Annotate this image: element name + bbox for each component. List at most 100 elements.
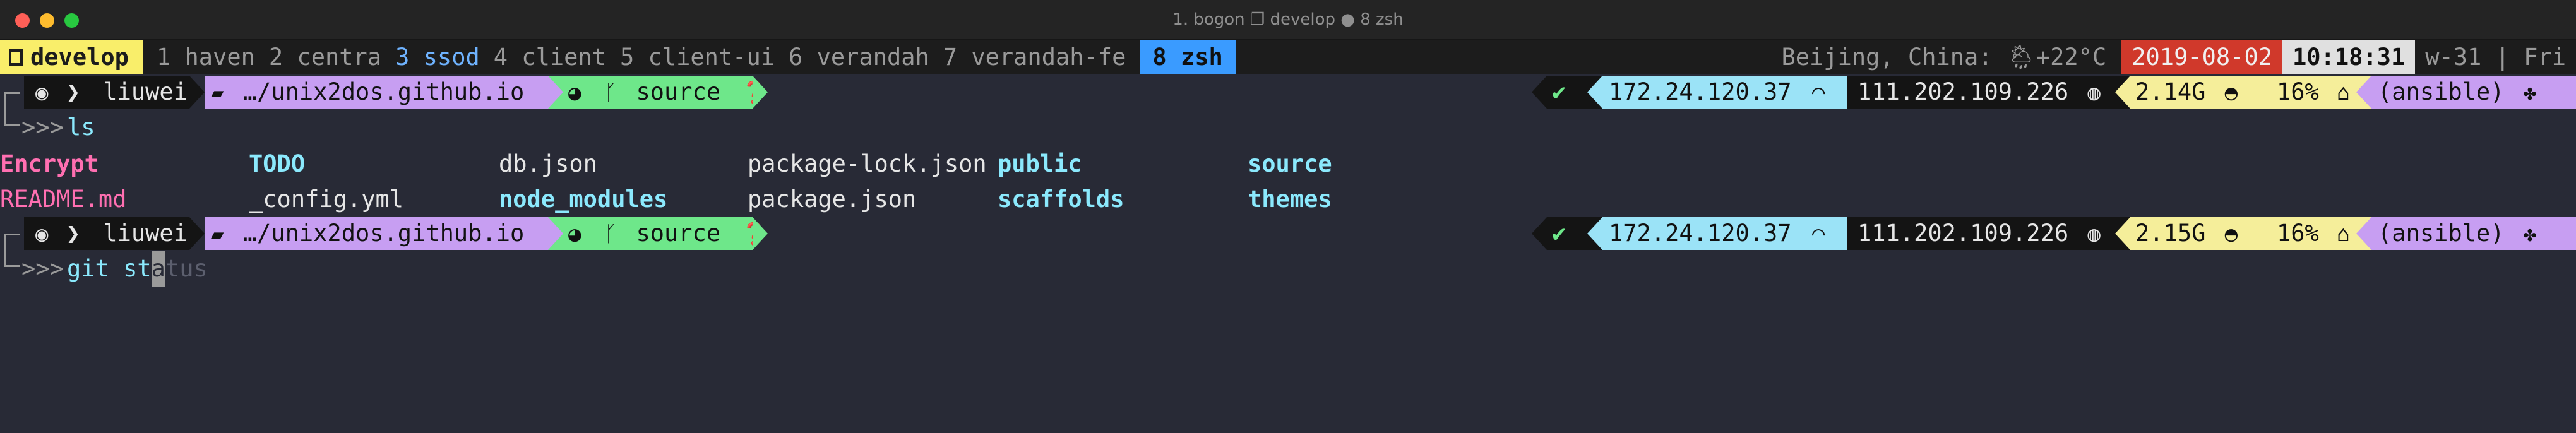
local-ip-segment: 172.24.120.37 ◠ bbox=[1602, 217, 1847, 250]
window-title: 1. bogon ❐ develop ● 8 zsh bbox=[1172, 10, 1404, 29]
user-name: liuwei bbox=[103, 220, 188, 247]
ls-entry: _config.yml bbox=[249, 186, 404, 213]
prompt-line-1: ◉ ❯ liuwei ▰ …/unix2dos.github.io ◕ ᚴ so… bbox=[0, 74, 2576, 113]
python-env: (ansible) bbox=[2378, 78, 2505, 105]
git-branch-icon: ᚴ bbox=[604, 222, 617, 247]
ls-entry: db.json bbox=[499, 150, 597, 177]
public-ip-segment: 111.202.109.226 ◍ bbox=[1847, 76, 2115, 109]
tmux-window-6[interactable]: 6 verandah bbox=[775, 40, 929, 74]
tmux-window-7[interactable]: 7 verandah-fe bbox=[929, 40, 1126, 74]
status-ok-icon: ✔ bbox=[1552, 78, 1566, 105]
typed-command: git st bbox=[67, 255, 152, 282]
hard-drive-icon: ⌂ bbox=[2337, 222, 2350, 247]
memory-segment: 2.14G ◓ bbox=[2130, 76, 2274, 109]
prompt-chars: >>> bbox=[21, 114, 64, 141]
python-env: (ansible) bbox=[2378, 220, 2505, 247]
public-ip: 111.202.109.226 bbox=[1857, 220, 2069, 247]
text-cursor: a bbox=[151, 251, 165, 287]
week-status: w-31 | Fri bbox=[2425, 44, 2566, 71]
disk-used: 16% bbox=[2277, 78, 2319, 105]
prompt-connector-bottom bbox=[4, 110, 20, 126]
memory-used: 2.14G bbox=[2135, 78, 2206, 105]
ls-entry: themes bbox=[1248, 186, 1332, 213]
disk-used: 16% bbox=[2277, 220, 2319, 247]
apple-icon: ◉ bbox=[35, 80, 49, 105]
git-segment: ◕ ᚴ source ❓ bbox=[563, 217, 768, 250]
date-status: 2019-08-02 bbox=[2121, 40, 2283, 74]
ls-entry: TODO bbox=[249, 150, 306, 177]
prompt-line-2: ◉ ❯ liuwei ▰ …/unix2dos.github.io ◕ ᚴ so… bbox=[0, 216, 2576, 254]
session-icon bbox=[9, 49, 23, 66]
ls-entry: README.md bbox=[0, 186, 127, 213]
ls-entry: Encrypt bbox=[0, 150, 98, 177]
user-name: liuwei bbox=[103, 78, 188, 105]
command-line-1: >>> ls bbox=[0, 110, 2576, 145]
python-env-segment: (ansible) ✤ bbox=[2371, 76, 2576, 109]
memory-used: 2.15G bbox=[2135, 220, 2206, 247]
tmux-session[interactable]: develop bbox=[0, 40, 143, 74]
public-ip-segment: 111.202.109.226 ◍ bbox=[1847, 217, 2115, 250]
command-text: ls bbox=[67, 114, 95, 141]
segment-separator bbox=[548, 217, 563, 250]
public-ip: 111.202.109.226 bbox=[1857, 78, 2069, 105]
tmux-window-4[interactable]: 4 client bbox=[480, 40, 606, 74]
terminal-pane[interactable]: ◉ ❯ liuwei ▰ …/unix2dos.github.io ◕ ᚴ so… bbox=[0, 74, 2576, 433]
segment-separator bbox=[753, 76, 768, 109]
disk-segment: 16% ⌂ bbox=[2274, 217, 2356, 250]
weather-status: Beijing, China: 🌦+22°C bbox=[1781, 44, 2107, 71]
globe-icon: ◍ bbox=[2087, 222, 2101, 247]
local-ip: 172.24.120.37 bbox=[1609, 220, 1792, 247]
disk-segment: 16% ⌂ bbox=[2274, 76, 2356, 109]
segment-separator bbox=[2115, 217, 2130, 250]
local-ip: 172.24.120.37 bbox=[1609, 78, 1792, 105]
ls-entry: public bbox=[998, 150, 1082, 177]
window-titlebar: 1. bogon ❐ develop ● 8 zsh bbox=[0, 0, 2576, 40]
wifi-icon: ◠ bbox=[1811, 222, 1825, 247]
tmux-window-active[interactable]: 8 zsh bbox=[1140, 40, 1236, 74]
memory-segment: 2.15G ◓ bbox=[2130, 217, 2274, 250]
segment-separator bbox=[2115, 76, 2130, 109]
segment-separator bbox=[1532, 217, 1547, 250]
command-line-2[interactable]: >>> git status bbox=[0, 251, 2576, 287]
command-input[interactable]: git status bbox=[67, 251, 208, 287]
segment-separator bbox=[189, 217, 205, 250]
autosuggestion[interactable]: tus bbox=[165, 255, 208, 282]
ls-entry: package.json bbox=[748, 186, 917, 213]
segment-separator bbox=[1587, 76, 1602, 109]
segment-separator bbox=[548, 76, 563, 109]
prompt-chars: >>> bbox=[21, 255, 64, 282]
ls-entry: node_modules bbox=[499, 186, 668, 213]
hard-drive-icon: ⌂ bbox=[2337, 80, 2350, 105]
wifi-icon: ◠ bbox=[1811, 80, 1825, 105]
git-branch-icon: ᚴ bbox=[604, 80, 617, 105]
tmux-window-1[interactable]: 1 haven bbox=[143, 40, 255, 74]
tmux-window-5[interactable]: 5 client-ui bbox=[606, 40, 775, 74]
ls-entry: scaffolds bbox=[998, 186, 1124, 213]
segment-separator bbox=[2356, 217, 2371, 250]
folder-open-icon: ▰ bbox=[211, 80, 224, 105]
user-segment: ◉ ❯ liuwei bbox=[24, 76, 189, 109]
user-segment: ◉ ❯ liuwei bbox=[24, 217, 189, 250]
local-ip-segment: 172.24.120.37 ◠ bbox=[1602, 76, 1847, 109]
time-status: 10:18:31 bbox=[2282, 40, 2416, 74]
prompt-connector-bottom bbox=[4, 251, 20, 267]
ls-entry: source bbox=[1248, 150, 1332, 177]
python-icon: ✤ bbox=[2523, 80, 2537, 105]
apple-icon: ◉ bbox=[35, 222, 49, 247]
ls-entry: package-lock.json bbox=[748, 150, 987, 177]
segment-separator bbox=[753, 217, 768, 250]
git-branch-name: source bbox=[636, 220, 721, 247]
exit-status-segment: ✔ bbox=[1547, 217, 1587, 250]
tmux-window-3[interactable]: 3 ssod bbox=[381, 40, 480, 74]
cwd-path: …/unix2dos.github.io bbox=[242, 220, 525, 247]
path-segment: ▰ …/unix2dos.github.io bbox=[205, 217, 548, 250]
segment-separator bbox=[189, 76, 205, 109]
github-icon: ◕ bbox=[568, 222, 581, 247]
github-icon: ◕ bbox=[568, 80, 581, 105]
tmux-window-2[interactable]: 2 centra bbox=[255, 40, 381, 74]
segment-separator bbox=[2356, 76, 2371, 109]
segment-separator bbox=[1532, 76, 1547, 109]
gauge-icon: ◓ bbox=[2224, 80, 2238, 105]
exit-status-segment: ✔ bbox=[1547, 76, 1587, 109]
cwd-path: …/unix2dos.github.io bbox=[242, 78, 525, 105]
